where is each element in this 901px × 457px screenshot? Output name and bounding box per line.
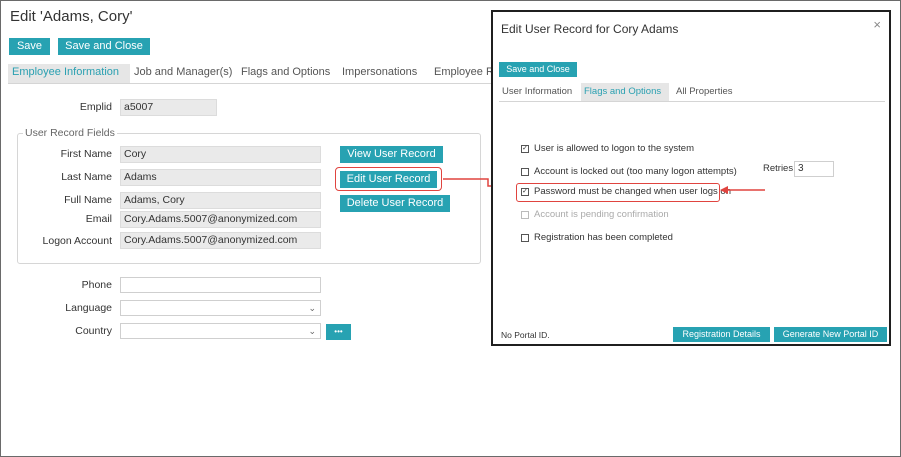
fieldset-legend: User Record Fields [23,127,117,139]
language-label: Language [65,302,112,314]
emplid-label: Emplid [79,101,112,113]
pending-confirmation-label: Account is pending confirmation [534,209,669,220]
pending-confirmation-checkbox [521,211,529,219]
tab-employee-information[interactable]: Employee Information [8,64,130,83]
tab-job-and-managers[interactable]: Job and Manager(s) [130,64,238,83]
no-portal-id-text: No Portal ID. [501,330,550,340]
chevron-down-icon: ⌄ [308,326,316,336]
dialog-tabs: User Information Flags and Options All P… [499,83,885,102]
country-label: Country [75,325,112,337]
delete-user-record-button[interactable]: Delete User Record [340,195,450,212]
registration-completed-label: Registration has been completed [534,232,673,243]
emplid-field: a5007 [120,99,217,116]
full-name-label: Full Name [64,194,112,206]
edit-user-record-button[interactable]: Edit User Record [340,171,437,188]
allowed-logon-label: User is allowed to logon to the system [534,143,694,154]
tab-flags-and-options[interactable]: Flags and Options [237,64,340,83]
view-user-record-button[interactable]: View User Record [340,146,443,163]
locked-out-label: Account is locked out (too many logon at… [534,166,737,177]
phone-input[interactable] [120,277,321,293]
logon-account-label: Logon Account [42,235,112,247]
last-name-field: Adams [120,169,321,186]
phone-label: Phone [81,279,112,291]
close-icon[interactable]: × [873,17,881,32]
tab-flags-and-options[interactable]: Flags and Options [581,83,669,101]
country-select[interactable]: ⌄ [120,323,321,339]
tab-user-information[interactable]: User Information [499,83,581,101]
dialog-title: Edit User Record for Cory Adams [501,22,679,36]
last-name-label: Last Name [61,171,112,183]
registration-details-button[interactable]: Registration Details [673,327,770,342]
save-and-close-button[interactable]: Save and Close [58,38,150,55]
tab-employee-r[interactable]: Employee R [430,64,494,83]
registration-completed-checkbox[interactable] [521,234,529,242]
email-label: Email [85,213,112,225]
main-tabs: Employee Information Job and Manager(s) … [8,64,494,84]
first-name-label: First Name [60,148,112,160]
email-field: Cory.Adams.5007@anonymized.com [120,211,321,228]
chevron-down-icon: ⌄ [308,303,316,313]
first-name-field: Cory [120,146,321,163]
retries-input[interactable]: 3 [794,161,834,177]
edit-user-record-dialog: Edit User Record for Cory Adams × Save a… [491,10,891,346]
password-change-label: Password must be changed when user logs … [534,186,731,197]
page-title: Edit 'Adams, Cory' [10,8,133,25]
retries-label: Retries [763,163,794,174]
language-select[interactable]: ⌄ [120,300,321,316]
pointer-arrow [720,186,765,194]
dialog-save-and-close-button[interactable]: Save and Close [499,62,577,77]
logon-account-field: Cory.Adams.5007@anonymized.com [120,232,321,249]
save-button[interactable]: Save [9,38,50,55]
generate-portal-id-button[interactable]: Generate New Portal ID [774,327,887,342]
full-name-field: Adams, Cory [120,192,321,209]
tab-all-properties[interactable]: All Properties [673,83,743,101]
allowed-logon-checkbox[interactable]: ✓ [521,145,529,153]
locked-out-checkbox[interactable] [521,168,529,176]
more-options-button[interactable]: ••• [326,324,351,340]
tab-impersonations[interactable]: Impersonations [338,64,430,83]
password-change-checkbox[interactable]: ✓ [521,188,529,196]
